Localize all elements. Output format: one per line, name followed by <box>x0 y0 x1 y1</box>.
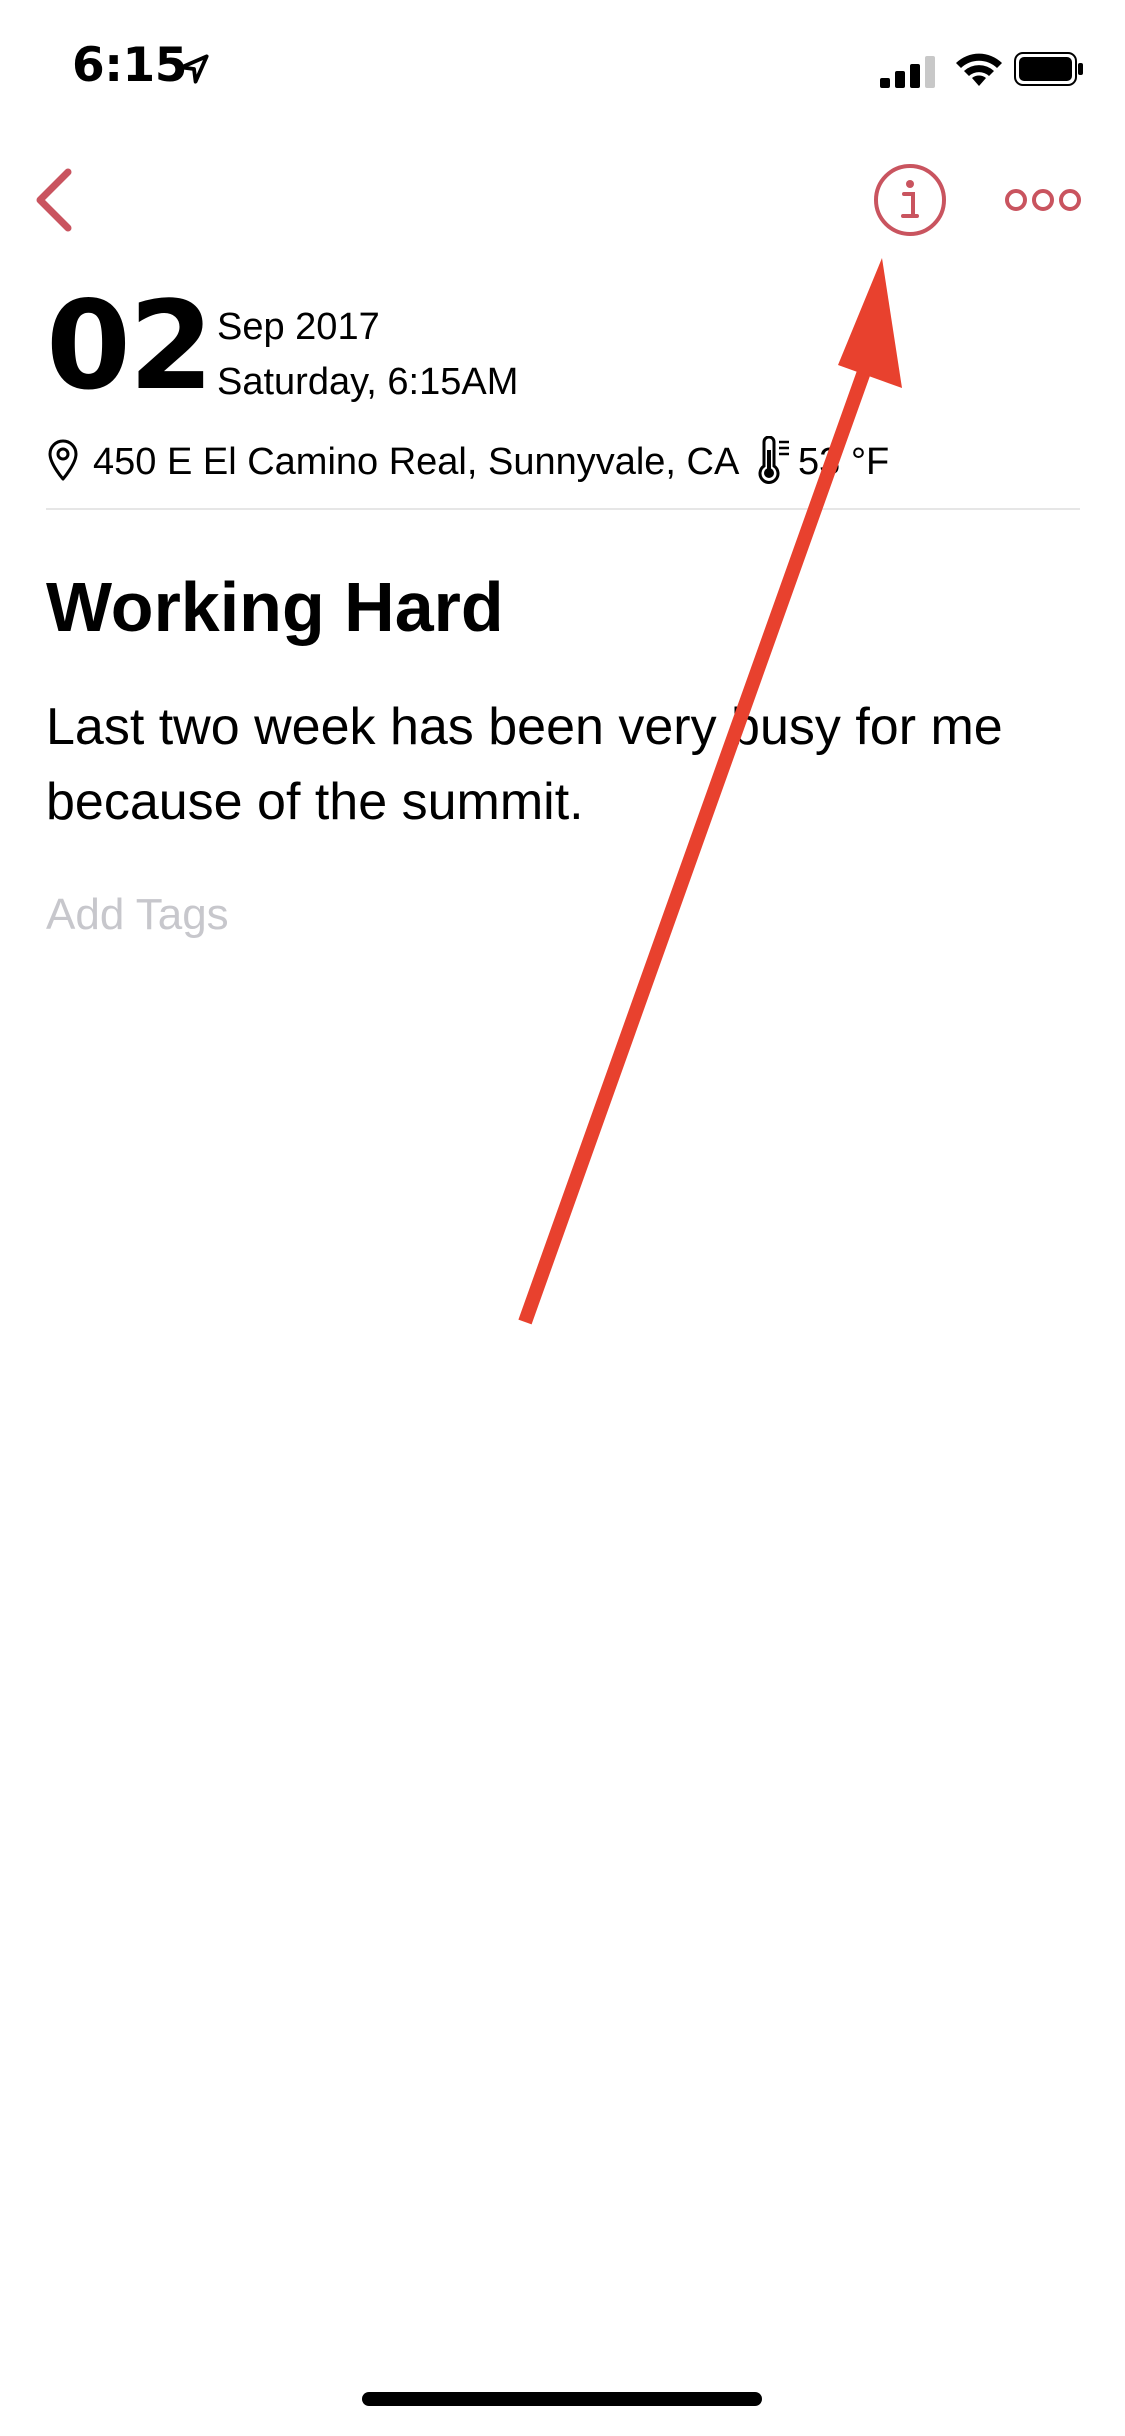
info-button[interactable] <box>872 162 948 238</box>
entry-temperature: 53 °F <box>798 441 890 483</box>
header-divider <box>46 508 1080 510</box>
battery-icon <box>1014 52 1083 86</box>
entry-title[interactable]: Working Hard <box>46 565 504 649</box>
wifi-icon <box>956 53 1002 86</box>
entry-month-year: Sep 2017 <box>217 306 380 348</box>
location-arrow-icon <box>179 54 209 84</box>
thermometer-icon <box>758 436 789 484</box>
status-time: 6:15 <box>72 38 187 93</box>
home-indicator[interactable] <box>362 2392 762 2406</box>
entry-weekday-time: Saturday, 6:15AM <box>217 361 519 403</box>
entry-body[interactable]: Last two week has been very busy for me … <box>46 690 1086 840</box>
back-button[interactable] <box>20 160 90 240</box>
entry-location[interactable]: 450 E El Camino Real, Sunnyvale, CA <box>93 440 739 486</box>
entry-day: 02 <box>46 275 214 417</box>
add-tags-input[interactable] <box>46 890 646 940</box>
location-pin-icon <box>48 439 78 481</box>
cellular-signal-icon <box>880 56 935 88</box>
more-options-button[interactable] <box>1004 180 1082 220</box>
